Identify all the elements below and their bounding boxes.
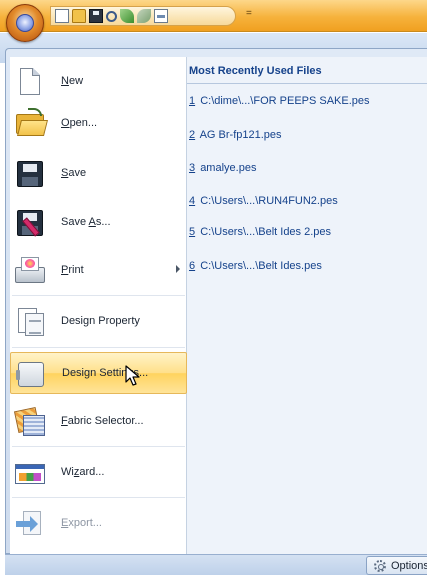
recent-file-item[interactable]: 2 AG Br-fp121.pes: [189, 129, 282, 141]
export-icon: [14, 508, 46, 540]
recent-file-number: 2: [189, 129, 196, 141]
recent-file-item[interactable]: 4 C:\Users\...\RUN4FUN2.pes: [189, 195, 338, 207]
menu-separator: [12, 497, 185, 498]
design-property-icon: [14, 306, 46, 338]
recent-file-item[interactable]: 5 C:\Users\...\Belt Ides 2.pes: [189, 226, 331, 238]
new-icon[interactable]: [55, 9, 69, 23]
application-menu-button[interactable]: [6, 4, 44, 42]
menu-item-save-as[interactable]: Save As...: [10, 202, 187, 244]
application-logo-icon: [16, 14, 34, 32]
title-bar: =: [0, 0, 427, 32]
menu-item-label: Export...: [61, 517, 102, 529]
quick-access-toolbar: [50, 6, 236, 26]
menu-item-label: Save: [61, 167, 87, 179]
recent-file-path: C:\dime\...\FOR PEEPS SAKE.pes: [200, 95, 370, 107]
mouse-pointer-icon: [125, 365, 140, 386]
recent-file-path: C:\Users\...\Belt Ides 2.pes: [200, 226, 332, 238]
menu-item-label: New: [61, 75, 84, 87]
menu-item-label: Print: [61, 264, 84, 276]
menu-item-design-settings[interactable]: Design Settings...: [10, 352, 187, 394]
menu-item-label: Design Property: [61, 315, 140, 327]
recent-files-panel: Most Recently Used Files 1 C:\dime\...\F…: [187, 57, 427, 554]
menu-item-label: Open...: [61, 117, 98, 129]
menu-separator: [12, 446, 185, 447]
recent-file-number: 3: [189, 162, 196, 174]
menu-item-print[interactable]: Print: [10, 250, 187, 292]
save-floppy-icon: [14, 158, 46, 190]
menu-footer: Options: [5, 554, 427, 575]
customize-toolbar-button[interactable]: =: [246, 8, 252, 19]
recent-file-path: C:\Users\...\Belt Ides.pes: [200, 260, 322, 272]
menu-item-export[interactable]: Export...: [10, 503, 187, 545]
zoom-icon[interactable]: [106, 10, 117, 22]
menu-item-label: Fabric Selector...: [61, 415, 144, 427]
recent-file-number: 5: [189, 226, 196, 238]
recent-file-item[interactable]: 1 C:\dime\...\FOR PEEPS SAKE.pes: [189, 95, 370, 107]
save-as-icon: [14, 207, 46, 239]
menu-separator: [12, 295, 185, 296]
recent-file-number: 6: [189, 260, 196, 272]
recent-file-path: C:\Users\...\RUN4FUN2.pes: [200, 195, 338, 207]
menu-item-design-property[interactable]: Design Property: [10, 301, 187, 343]
recent-file-item[interactable]: 6 C:\Users\...\Belt Ides.pes: [189, 260, 322, 272]
save-icon[interactable]: [89, 9, 103, 23]
undo-icon[interactable]: [120, 9, 134, 23]
menu-separator: [12, 347, 185, 348]
open-folder-icon: [14, 108, 48, 140]
recent-files-title: Most Recently Used Files: [189, 65, 322, 77]
submenu-arrow-icon: [176, 265, 180, 273]
menu-item-label: Wizard...: [61, 466, 105, 478]
recent-file-item[interactable]: 3 amalye.pes: [189, 162, 256, 174]
design-settings-icon: [15, 358, 47, 390]
menu-item-save[interactable]: Save: [10, 153, 187, 195]
view-icon[interactable]: [154, 9, 168, 23]
options-label: Options: [391, 560, 427, 572]
recent-files-divider: [187, 83, 427, 84]
redo-icon[interactable]: [137, 9, 151, 23]
menu-item-new[interactable]: New: [10, 61, 187, 103]
menu-commands: New Open... Save Save As... Print Design…: [10, 57, 187, 554]
recent-file-number: 4: [189, 195, 196, 207]
recent-file-number: 1: [189, 95, 196, 107]
menu-item-wizard[interactable]: Wizard...: [10, 452, 187, 494]
new-document-icon: [14, 66, 46, 98]
open-icon[interactable]: [72, 9, 86, 23]
menu-item-fabric-selector[interactable]: Fabric Selector...: [10, 401, 187, 443]
printer-icon: [14, 255, 46, 287]
recent-file-path: amalye.pes: [200, 162, 257, 174]
gear-icon: [374, 560, 386, 572]
fabric-selector-icon: [13, 406, 46, 438]
menu-item-open[interactable]: Open...: [10, 103, 187, 145]
wizard-icon: [14, 457, 46, 489]
menu-item-label: Save As...: [61, 216, 111, 228]
recent-file-path: AG Br-fp121.pes: [199, 129, 282, 141]
options-button[interactable]: Options: [366, 556, 427, 575]
